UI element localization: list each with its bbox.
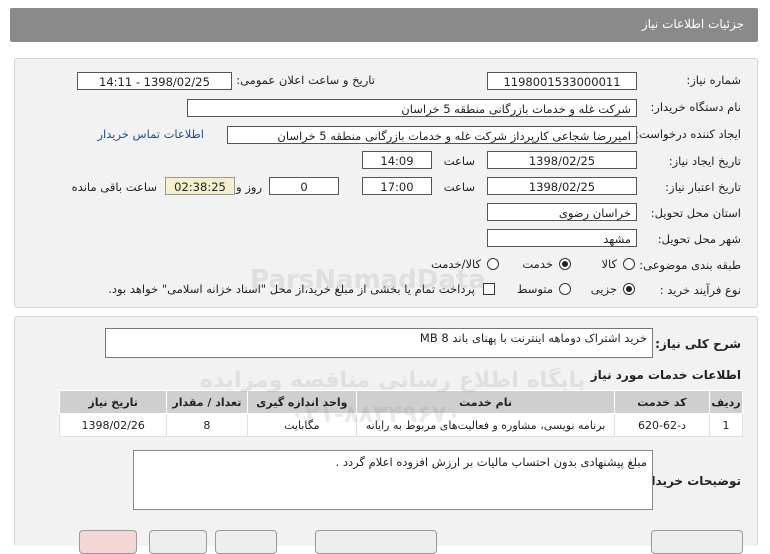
category-goods-label: کالا — [601, 257, 617, 271]
purchase-medium-label: متوسط — [516, 282, 553, 296]
validity-time-field: 17:00 — [362, 177, 432, 195]
requester-label: ایجاد کننده درخواست: — [635, 127, 741, 141]
table-row: 1 د-62-620 برنامه نویسی، مشاوره و فعالیت… — [58, 413, 743, 437]
col-service-code: کد خدمت — [613, 390, 711, 414]
created-time-label: ساعت — [443, 154, 475, 168]
purchase-minor-label: جزیی — [590, 282, 617, 296]
col-service-name: نام خدمت — [356, 390, 615, 414]
need-number-field: 1198001533000011 — [487, 72, 637, 90]
treasury-note: پرداخت تمام یا بخشی از مبلغ خرید،از محل … — [108, 282, 475, 296]
purchase-minor-radio[interactable] — [623, 283, 635, 295]
province-label: استان محل تحویل: — [650, 206, 741, 220]
cell-service-code: د-62-620 — [613, 413, 711, 437]
summary-field: خرید اشتراک دوماهه اینترنت با پهنای باند… — [105, 328, 653, 358]
purchase-type-label: نوع فرآیند خرید : — [659, 283, 741, 297]
buyer-org-label: نام دستگاه خریدار: — [650, 100, 741, 114]
days-label: روز و — [236, 180, 262, 194]
buyer-notes-label: توضیحات خریدار: — [639, 474, 741, 488]
col-row: ردیف — [709, 390, 743, 414]
buyer-contact-link[interactable]: اطلاعات تماس خریدار — [97, 127, 204, 141]
validity-label: تاریخ اعتبار نیاز: — [665, 180, 741, 194]
buyer-org-field: شرکت غله و خدمات بازرگانی منطقه 5 خراسان — [187, 99, 637, 117]
category-goods-service-radio[interactable] — [487, 258, 499, 270]
announce-field: 1398/02/25 - 14:11 — [77, 72, 232, 90]
page-title: جزئیات اطلاعات نیاز — [641, 17, 744, 31]
category-service-radio[interactable] — [559, 258, 571, 270]
requester-field: امیررضا شجاعی کارپرداز شرکت غله و خدمات … — [227, 126, 637, 144]
created-date-field: 1398/02/25 — [487, 151, 637, 169]
announce-label: تاریخ و ساعت اعلان عمومی: — [236, 73, 375, 87]
category-label: طبقه بندی موضوعی: — [639, 258, 741, 272]
action-button-4[interactable] — [149, 530, 207, 554]
services-panel: شرح کلی نیاز: خرید اشتراک دوماهه اینترنت… — [14, 316, 758, 554]
cell-need-date: 1398/02/26 — [58, 413, 168, 437]
cell-row: 1 — [709, 413, 743, 437]
need-number-label: شماره نیاز: — [686, 73, 741, 87]
action-button-1[interactable] — [651, 530, 743, 554]
purchase-medium-radio[interactable] — [559, 283, 571, 295]
action-button-5[interactable] — [79, 530, 137, 554]
created-time-field: 14:09 — [362, 151, 432, 169]
action-button-2[interactable] — [315, 530, 437, 554]
validity-date-field: 1398/02/25 — [487, 177, 637, 195]
city-field: مشهد — [487, 229, 637, 247]
cell-quantity: 8 — [166, 413, 248, 437]
services-title: اطلاعات خدمات مورد نیاز — [590, 368, 741, 382]
category-service-label: خدمت — [522, 257, 553, 271]
col-need-date: تاریخ نیاز — [58, 390, 168, 414]
category-goods-radio[interactable] — [623, 258, 635, 270]
province-field: خراسان رضوی — [487, 203, 637, 221]
col-quantity: تعداد / مقدار — [166, 390, 248, 414]
remaining-time-field: 02:38:25 — [165, 177, 235, 195]
city-label: شهر محل تحویل: — [657, 232, 741, 246]
remaining-label: ساعت باقی مانده — [71, 180, 157, 194]
cell-unit: مگابایت — [246, 413, 358, 437]
services-table: ردیف کد خدمت نام خدمت واحد اندازه گیری ت… — [58, 390, 743, 437]
buyer-notes-field: مبلغ پیشنهادی بدون احتساب مالیات بر ارزش… — [133, 450, 653, 510]
treasury-checkbox[interactable] — [483, 283, 495, 295]
page-header: جزئیات اطلاعات نیاز — [10, 8, 758, 42]
services-table-header: ردیف کد خدمت نام خدمت واحد اندازه گیری ت… — [58, 390, 743, 414]
summary-label: شرح کلی نیاز: — [655, 337, 741, 351]
created-date-label: تاریخ ایجاد نیاز: — [668, 154, 741, 168]
validity-time-label: ساعت — [443, 180, 475, 194]
col-unit: واحد اندازه گیری — [246, 390, 358, 414]
days-remaining-field: 0 — [269, 177, 339, 195]
need-info-panel: شماره نیاز: 1198001533000011 تاریخ و ساع… — [14, 58, 758, 308]
action-button-3[interactable] — [215, 530, 277, 554]
cell-service-name: برنامه نویسی، مشاوره و فعالیت‌های مربوط … — [356, 413, 615, 437]
category-goods-service-label: کالا/خدمت — [430, 257, 481, 271]
